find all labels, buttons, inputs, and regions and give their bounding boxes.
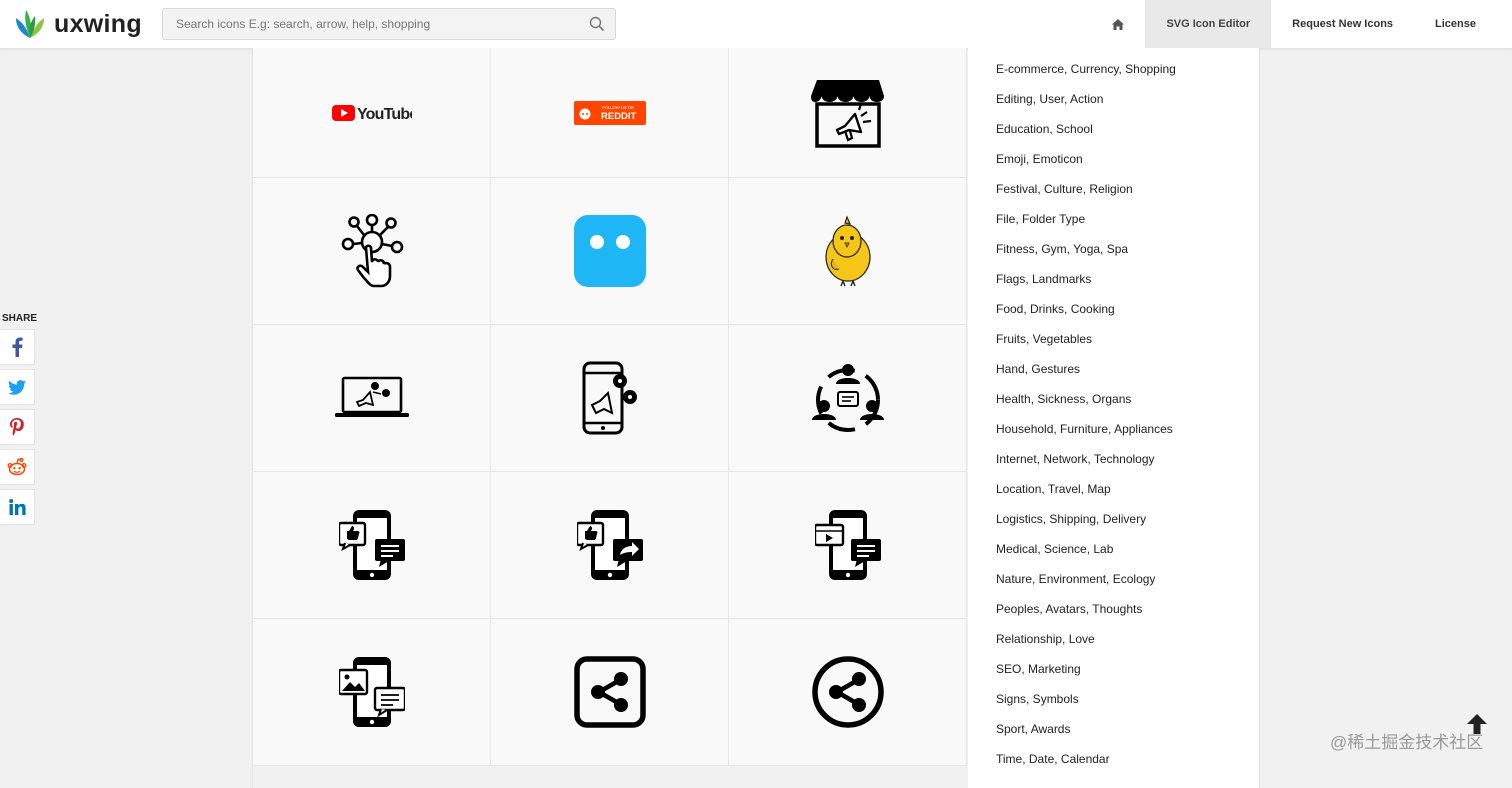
icon-card-reddit-follow[interactable]: FOLLOW US ON REDDIT [491, 48, 729, 178]
category-link-medical[interactable]: Medical, Science, Lab [996, 542, 1113, 556]
category-link-editing[interactable]: Editing, User, Action [996, 92, 1103, 106]
icon-card-youtube[interactable]: YouTube [253, 48, 491, 178]
icon-card-phone-video-chat[interactable] [729, 472, 967, 619]
category-link-festival[interactable]: Festival, Culture, Religion [996, 182, 1133, 196]
category-link-household[interactable]: Household, Furniture, Appliances [996, 422, 1173, 436]
people-circle-chat-icon [811, 364, 884, 432]
category-link-nature[interactable]: Nature, Environment, Ecology [996, 572, 1155, 586]
share-circle-icon [811, 656, 884, 728]
share-facebook-button[interactable] [0, 329, 35, 365]
facebook-icon [12, 337, 23, 357]
category-link-logistics[interactable]: Logistics, Shipping, Delivery [996, 512, 1146, 526]
share-linkedin-button[interactable] [0, 489, 35, 525]
share-twitter-button[interactable] [0, 369, 35, 405]
icon-card-shop-megaphone[interactable] [729, 48, 967, 178]
phone-image-chat-icon [338, 657, 405, 727]
phone-video-chat-icon [814, 510, 881, 580]
phone-like-share-icon [576, 510, 643, 580]
category-link-relationship[interactable]: Relationship, Love [996, 632, 1095, 646]
reddit-icon [7, 458, 27, 476]
top-header: uxwing SVG Icon Editor Request New Icons… [0, 0, 1512, 49]
youtube-logo-icon: YouTube [331, 104, 412, 123]
category-link-hand[interactable]: Hand, Gestures [996, 362, 1080, 376]
twitter-icon [8, 379, 26, 395]
laptop-megaphone-icon [334, 376, 409, 417]
icon-card-people-circle-chat[interactable] [729, 325, 967, 472]
icon-card-phone-image-chat[interactable] [253, 619, 491, 766]
category-link-seo[interactable]: SEO, Marketing [996, 662, 1081, 676]
pinterest-icon [10, 418, 24, 436]
home-button[interactable] [1091, 0, 1145, 48]
phone-megaphone-icon [582, 361, 637, 435]
nav-license[interactable]: License [1414, 0, 1512, 48]
uxwing-wing-icon [16, 10, 44, 38]
app-square-eyes-icon [573, 215, 646, 287]
search-box [162, 8, 616, 40]
home-icon [1112, 18, 1125, 30]
category-link-file[interactable]: File, Folder Type [996, 212, 1085, 226]
category-link-education[interactable]: Education, School [996, 122, 1093, 136]
nav-request-new-icons[interactable]: Request New Icons [1271, 0, 1414, 48]
category-link-food[interactable]: Food, Drinks, Cooking [996, 302, 1115, 316]
category-link-ecommerce[interactable]: E-commerce, Currency, Shopping [996, 62, 1176, 76]
search-input[interactable] [163, 9, 586, 39]
category-link-fruits[interactable]: Fruits, Vegetables [996, 332, 1092, 346]
reddit-follow-small-text: FOLLOW US ON [602, 105, 634, 110]
share-reddit-button[interactable] [0, 449, 35, 485]
icon-card-phone-like-share[interactable] [491, 472, 729, 619]
icon-card-phone-megaphone[interactable] [491, 325, 729, 472]
phone-like-chat-icon [338, 510, 405, 580]
category-link-flags[interactable]: Flags, Landmarks [996, 272, 1091, 286]
category-link-emoji[interactable]: Emoji, Emoticon [996, 152, 1083, 166]
uxwing-logo[interactable]: uxwing [14, 8, 142, 40]
category-link-time[interactable]: Time, Date, Calendar [996, 752, 1110, 766]
share-pinterest-button[interactable] [0, 409, 35, 445]
shop-megaphone-icon [810, 79, 884, 148]
logo-wordmark: uxwing [54, 9, 142, 38]
category-link-location[interactable]: Location, Travel, Map [996, 482, 1111, 496]
icon-card-koo-bird[interactable] [729, 178, 967, 325]
icon-card-share-square[interactable] [491, 619, 729, 766]
category-link-peoples[interactable]: Peoples, Avatars, Thoughts [996, 602, 1142, 616]
icon-card-phone-like-chat[interactable] [253, 472, 491, 619]
category-link-sport[interactable]: Sport, Awards [996, 722, 1070, 736]
follow-us-on-reddit-icon: FOLLOW US ON REDDIT [573, 100, 646, 125]
koo-yellow-bird-icon [824, 215, 871, 287]
youtube-wordmark: YouTube [357, 106, 412, 123]
search-icon[interactable] [589, 16, 605, 32]
watermark-text: @稀土掘金技术社区 [1330, 733, 1484, 752]
reddit-follow-wordmark: REDDIT [601, 111, 637, 122]
linkedin-icon [8, 499, 26, 515]
nav-svg-icon-editor[interactable]: SVG Icon Editor [1145, 0, 1272, 48]
main-nav: SVG Icon Editor Request New Icons Licens… [1091, 0, 1512, 48]
icon-card-network-hand[interactable] [253, 178, 491, 325]
icon-card-laptop-megaphone[interactable] [253, 325, 491, 472]
icon-card-share-circle[interactable] [729, 619, 967, 766]
network-hand-touch-icon [341, 214, 403, 288]
category-link-fitness[interactable]: Fitness, Gym, Yoga, Spa [996, 242, 1128, 256]
category-link-internet[interactable]: Internet, Network, Technology [996, 452, 1155, 466]
category-link-health[interactable]: Health, Sickness, Organs [996, 392, 1131, 406]
category-link-signs[interactable]: Signs, Symbols [996, 692, 1079, 706]
category-list: E-commerce, Currency, Shopping Editing, … [968, 48, 1260, 788]
share-square-icon [573, 656, 646, 728]
icon-card-app-eyes[interactable] [491, 178, 729, 325]
share-label: SHARE [2, 313, 38, 324]
icon-grid: YouTube FOLLOW US ON REDDIT [252, 48, 969, 788]
